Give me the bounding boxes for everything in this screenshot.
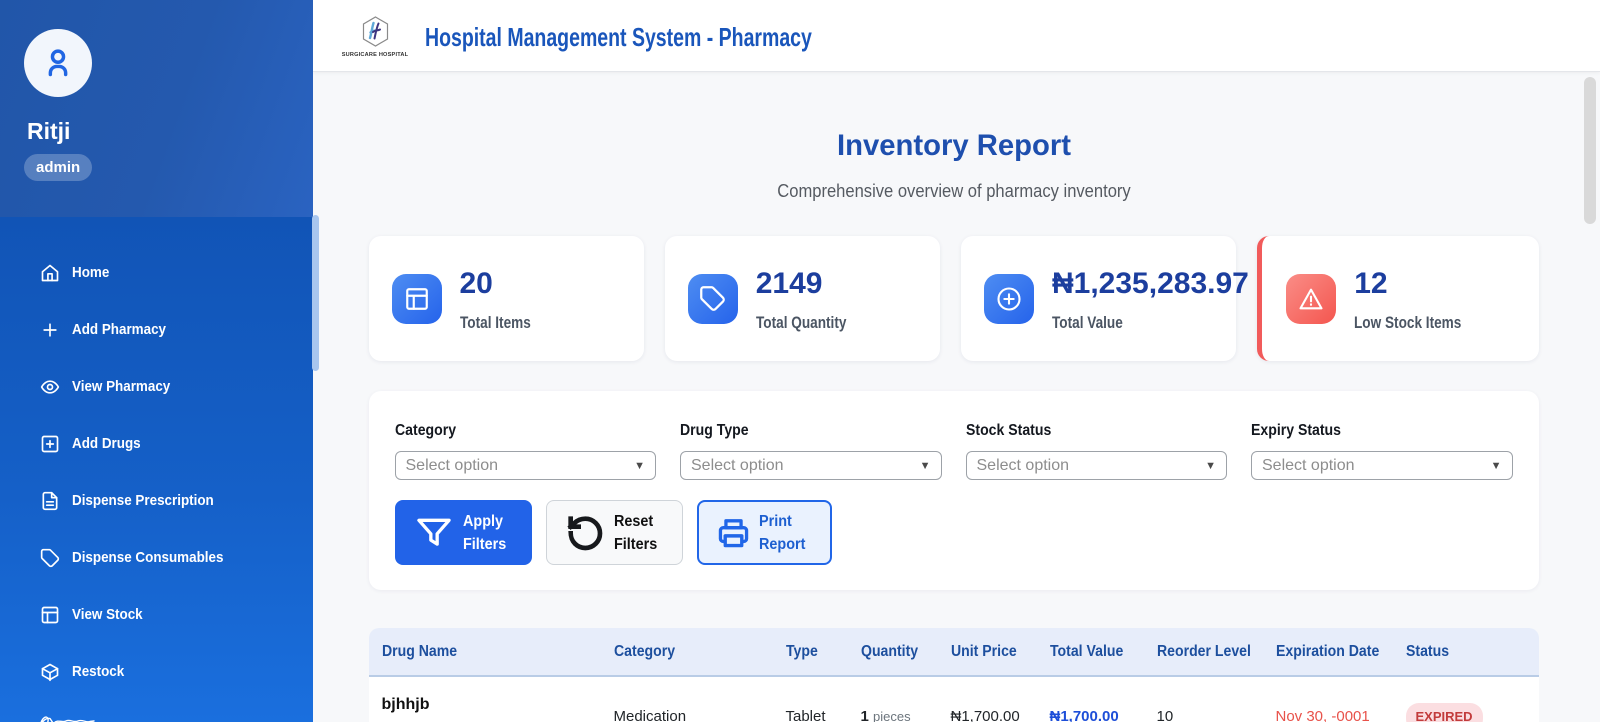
svg-text:SURGICARE HOSPITAL: SURGICARE HOSPITAL (342, 52, 409, 58)
